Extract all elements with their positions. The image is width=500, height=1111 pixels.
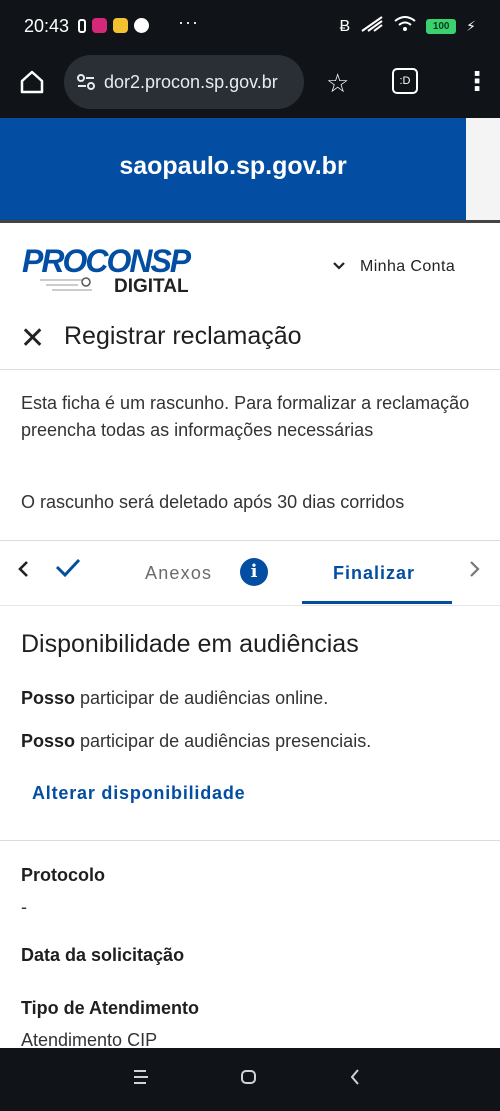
tab-finalizar[interactable]: Finalizar <box>333 563 415 584</box>
tab-anexos[interactable]: Anexos <box>145 563 212 584</box>
instagram-icon <box>92 18 107 33</box>
status-time: 20:43 <box>24 16 70 36</box>
gov-banner-side <box>466 118 500 220</box>
notification-square-icon <box>78 18 86 33</box>
page-titlebar: ✕ Registrar reclamação <box>0 318 500 366</box>
step-completed-check-icon[interactable] <box>54 553 82 588</box>
availability-title: Disponibilidade em audiências <box>21 630 359 658</box>
info-icon[interactable]: i <box>240 558 268 586</box>
close-icon[interactable]: ✕ <box>20 324 45 354</box>
divider <box>0 840 500 841</box>
signal-icon <box>360 16 384 37</box>
active-tab-indicator <box>302 601 452 604</box>
protocolo-value: - <box>21 897 27 917</box>
charging-icon: ⚡ <box>466 18 476 34</box>
site-settings-icon[interactable] <box>76 72 96 97</box>
email-icon <box>113 18 128 33</box>
protocolo-label: Protocolo <box>21 865 105 885</box>
divider <box>0 369 500 370</box>
logo-digital-text: DIGITAL <box>114 276 189 296</box>
browser-toolbar: dor2.procon.sp.gov.br ☆ :D ⋮ <box>0 52 500 118</box>
recent-apps-icon[interactable] <box>132 1066 150 1092</box>
availability-presencial-text: participar de audiências presenciais. <box>75 731 372 751</box>
url-text[interactable]: dor2.procon.sp.gov.br <box>104 72 296 93</box>
draft-deletion-notice: O rascunho será deletado após 30 dias co… <box>21 492 405 512</box>
page-title: Registrar reclamação <box>64 322 302 350</box>
bookmark-star-icon[interactable]: ☆ <box>326 68 349 99</box>
tipo-atendimento-label: Tipo de Atendimento <box>21 998 199 1018</box>
wifi-icon <box>394 16 416 37</box>
procon-sp-digital-logo[interactable]: PROCONSP DIGITAL <box>22 238 197 297</box>
home-icon[interactable] <box>18 68 46 101</box>
notification-icons <box>78 18 149 33</box>
availability-online-text: participar de audiências online. <box>75 688 329 708</box>
account-label[interactable]: Minha Conta <box>360 258 455 276</box>
account-menu[interactable]: Minha Conta <box>332 258 455 276</box>
chevron-left-icon[interactable] <box>16 559 30 585</box>
system-navigation-bar <box>0 1048 500 1111</box>
gov-banner[interactable]: saopaulo.sp.gov.br <box>0 118 466 220</box>
chevron-right-icon[interactable] <box>468 559 482 585</box>
status-right-icons: Ƀ 100 ⚡ <box>339 16 476 37</box>
availability-online-bold: Posso <box>21 688 76 708</box>
tabs-icon[interactable]: :D <box>392 68 418 94</box>
status-bar: 20:43 ··· Ƀ 100 ⚡ <box>0 0 500 52</box>
data-solicitacao-label: Data da solicitação <box>21 945 185 965</box>
home-button-icon[interactable] <box>240 1066 258 1092</box>
availability-online: Posso participar de audiências online. <box>21 688 328 709</box>
more-notifications-icon: ··· <box>178 12 199 32</box>
banner-divider <box>0 220 500 223</box>
address-bar[interactable]: dor2.procon.sp.gov.br <box>64 55 304 109</box>
gov-banner-text[interactable]: saopaulo.sp.gov.br <box>0 152 466 181</box>
divider <box>0 605 500 606</box>
draft-notice: Esta ficha é um rascunho. Para formaliza… <box>21 393 470 440</box>
availability-presencial: Posso participar de audiências presencia… <box>21 731 371 752</box>
logo-procon-text: PROCONSP <box>22 243 192 279</box>
chevron-down-icon[interactable] <box>332 258 346 276</box>
availability-presencial-bold: Posso <box>21 731 76 751</box>
change-availability-link[interactable]: Alterar disponibilidade <box>32 783 245 804</box>
bluetooth-icon: Ƀ <box>339 17 351 35</box>
back-button-icon[interactable] <box>348 1066 362 1092</box>
browser-menu-icon[interactable]: ⋮ <box>464 66 490 97</box>
battery-icon: 100 <box>426 19 457 34</box>
step-tabs: Anexos i Finalizar <box>0 541 500 605</box>
google-icon <box>134 18 149 33</box>
